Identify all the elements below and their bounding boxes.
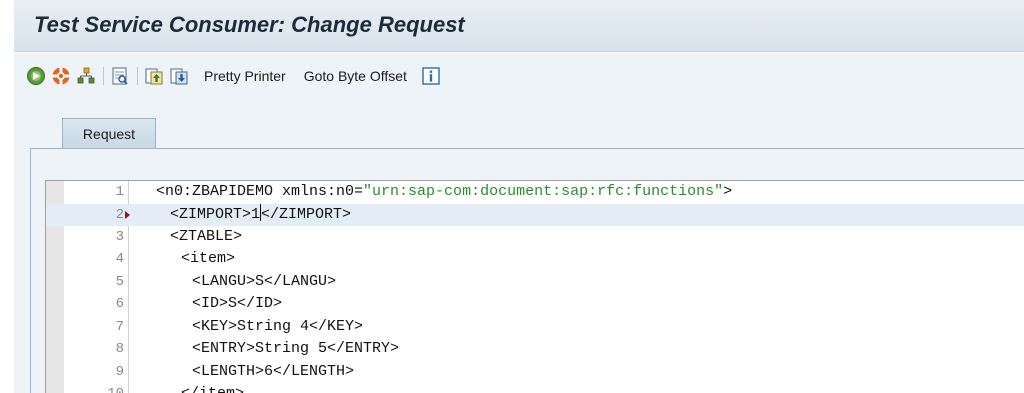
code-line[interactable]: 6 <ID>S</ID> [46, 293, 1024, 315]
pretty-printer-button[interactable]: Pretty Printer [204, 68, 286, 84]
code-text: <ZIMPORT>1</ZIMPORT> [170, 204, 351, 226]
current-line-marker-icon [125, 211, 130, 219]
code-line[interactable]: 3 <ZTABLE> [46, 226, 1024, 248]
display-icon[interactable] [110, 66, 130, 86]
upload-icon[interactable] [144, 66, 164, 86]
code-line[interactable]: 7 <KEY>String 4</KEY> [46, 316, 1024, 338]
hierarchy-icon[interactable] [76, 66, 96, 86]
line-number: 9 [115, 364, 124, 380]
page-title: Test Service Consumer: Change Request [34, 12, 465, 37]
toolbar-separator [103, 67, 104, 85]
info-icon[interactable] [421, 66, 441, 86]
code-string: "urn:sap-com:document:sap:rfc:functions" [363, 183, 724, 200]
tab-request[interactable]: Request [62, 118, 156, 148]
code-text: <n0:ZBAPIDEMO xmlns:n0="urn:sap-com:docu… [156, 181, 732, 203]
line-number: 6 [115, 296, 124, 312]
line-number: 5 [115, 274, 124, 290]
code-text: <item> [181, 250, 236, 267]
code-tag: > [723, 183, 733, 200]
code-line[interactable]: 8 <ENTRY>String 5</ENTRY> [46, 338, 1024, 360]
code-line[interactable]: 10 </item> [46, 383, 1024, 393]
code-text: </item> [181, 383, 244, 393]
code-text: <ID>S</ID> [192, 295, 283, 312]
code-text: <LENGTH>6</LENGTH> [192, 363, 355, 380]
line-number: 4 [115, 251, 124, 267]
code-text: <KEY>String 4</KEY> [192, 318, 364, 335]
code-tag: <n0:ZBAPIDEMO xmlns:n0= [156, 183, 364, 200]
line-number: 8 [115, 341, 124, 357]
left-strip [0, 0, 14, 393]
toolbar-separator [137, 67, 138, 85]
code-text: <ZTABLE> [170, 228, 243, 245]
code-text: <ENTRY>String 5</ENTRY> [192, 340, 400, 357]
xml-editor[interactable]: 1 <n0:ZBAPIDEMO xmlns:n0="urn:sap-com:do… [45, 180, 1024, 393]
line-number: 10 [102, 383, 124, 393]
code-line[interactable]: 1 <n0:ZBAPIDEMO xmlns:n0="urn:sap-com:do… [46, 181, 1024, 203]
toolbar: Pretty Printer Goto Byte Offset [14, 53, 1024, 99]
download-icon[interactable] [169, 66, 189, 86]
code-text: <LANGU>S</LANGU> [192, 273, 337, 290]
title-bar: Test Service Consumer: Change Request [14, 0, 1024, 52]
code-before-caret: <ZIMPORT>1 [170, 206, 261, 223]
execute-icon[interactable] [26, 66, 46, 86]
line-number: 1 [115, 184, 124, 200]
code-after-caret: </ZIMPORT> [261, 206, 352, 223]
line-number: 3 [115, 229, 124, 245]
line-number: 2 [115, 207, 124, 223]
code-line-current[interactable]: 2 <ZIMPORT>1</ZIMPORT> [46, 204, 1024, 226]
code-line[interactable]: 4 <item> [46, 248, 1024, 270]
help-icon[interactable] [51, 66, 71, 86]
line-number: 7 [115, 319, 124, 335]
goto-byte-offset-button[interactable]: Goto Byte Offset [304, 68, 407, 84]
code-line[interactable]: 9 <LENGTH>6</LENGTH> [46, 361, 1024, 383]
code-line[interactable]: 5 <LANGU>S</LANGU> [46, 271, 1024, 293]
